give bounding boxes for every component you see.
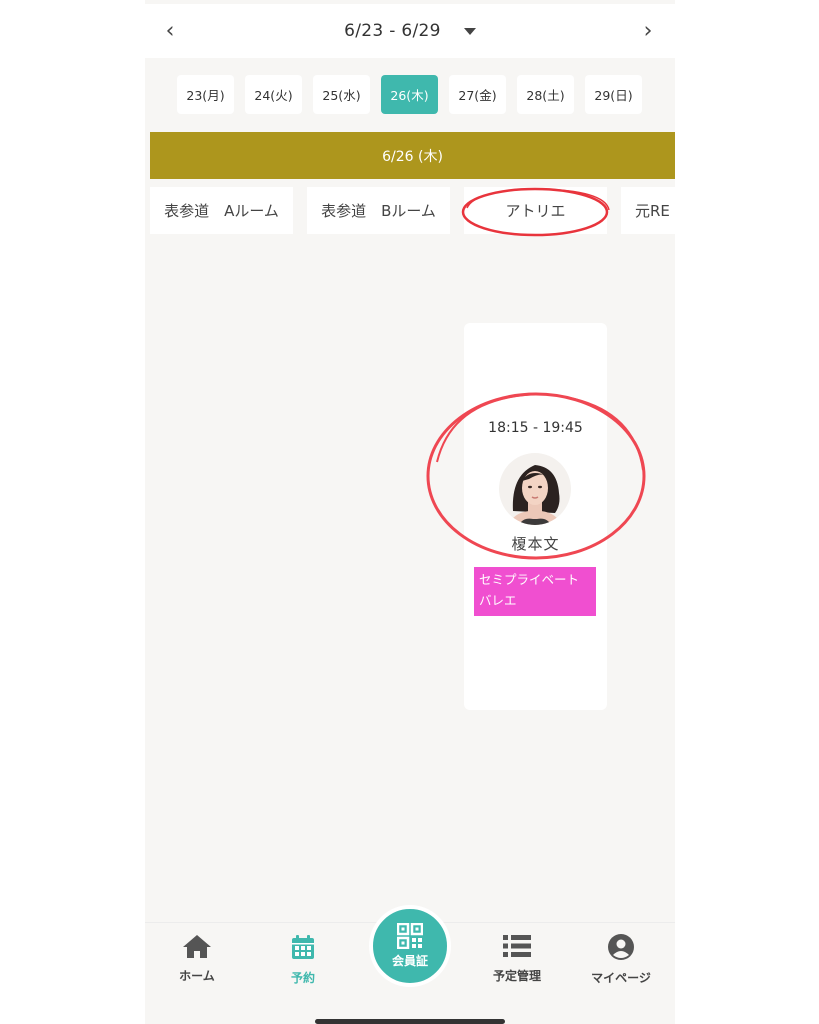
room-tab-atelier[interactable]: アトリエ bbox=[464, 187, 607, 234]
week-selector[interactable]: 6/23 - 6/29 bbox=[344, 21, 476, 41]
nav-reserve-label: 予約 bbox=[290, 971, 315, 985]
day-chip-27[interactable]: 27(金) bbox=[449, 75, 506, 114]
instructor-photo bbox=[499, 453, 571, 525]
nav-mypage-label: マイページ bbox=[591, 971, 651, 985]
day-chip-26-selected[interactable]: 26(木) bbox=[381, 75, 438, 114]
nav-schedule-label: 予定管理 bbox=[492, 969, 541, 983]
week-navigator: ‹ 6/23 - 6/29 › bbox=[145, 4, 675, 58]
lesson-time: 18:15 - 19:45 bbox=[488, 420, 583, 436]
qr-code-icon bbox=[397, 923, 423, 949]
room-tab-moto-re[interactable]: 元RE bbox=[621, 187, 675, 234]
week-range: 6/23 - 6/29 bbox=[344, 21, 441, 41]
member-card-label: 会員証 bbox=[391, 954, 428, 968]
list-icon bbox=[503, 935, 531, 957]
instructor-avatar[interactable] bbox=[499, 453, 571, 525]
chevron-right-icon[interactable]: › bbox=[633, 19, 663, 44]
day-selector: 23(月) 24(火) 25(水) 26(木) 27(金) 28(土) 29(日… bbox=[177, 75, 642, 114]
lesson-type-tag[interactable]: セミプライベート バレエ bbox=[474, 567, 596, 616]
room-tab-omotesando-a[interactable]: 表参道 Aルーム bbox=[150, 187, 293, 234]
lesson-tag-line2: バレエ bbox=[479, 593, 517, 608]
user-circle-icon bbox=[608, 934, 634, 960]
nav-home-label: ホーム bbox=[179, 969, 215, 983]
day-chip-28[interactable]: 28(土) bbox=[517, 75, 574, 114]
nav-mypage[interactable]: マイページ bbox=[581, 933, 661, 986]
member-card-button[interactable]: 会員証 bbox=[369, 905, 451, 987]
room-tab-omotesando-b[interactable]: 表参道 Bルーム bbox=[307, 187, 450, 234]
app-screen: ‹ 6/23 - 6/29 › 23(月) 24(火) 25(水) 26(木) … bbox=[145, 0, 675, 1024]
day-chip-24[interactable]: 24(火) bbox=[245, 75, 302, 114]
nav-home[interactable]: ホーム bbox=[157, 933, 237, 984]
day-chip-25[interactable]: 25(水) bbox=[313, 75, 370, 114]
day-chip-23[interactable]: 23(月) bbox=[177, 75, 234, 114]
chevron-left-icon[interactable]: ‹ bbox=[155, 19, 185, 44]
bottom-navigation: ホーム 予約 会員証 予定管理 マイページ bbox=[145, 905, 675, 1024]
lesson-tag-line1: セミプライベート bbox=[479, 572, 580, 587]
calendar-icon bbox=[292, 935, 314, 959]
selected-date-bar: 6/26 (木) bbox=[150, 132, 675, 179]
home-indicator bbox=[315, 1019, 505, 1024]
home-icon bbox=[183, 935, 211, 958]
day-chip-29[interactable]: 29(日) bbox=[585, 75, 642, 114]
nav-schedule[interactable]: 予定管理 bbox=[477, 933, 557, 984]
instructor-name: 榎本文 bbox=[511, 535, 560, 553]
caret-down-icon bbox=[463, 28, 476, 35]
nav-reserve[interactable]: 予約 bbox=[263, 933, 343, 986]
